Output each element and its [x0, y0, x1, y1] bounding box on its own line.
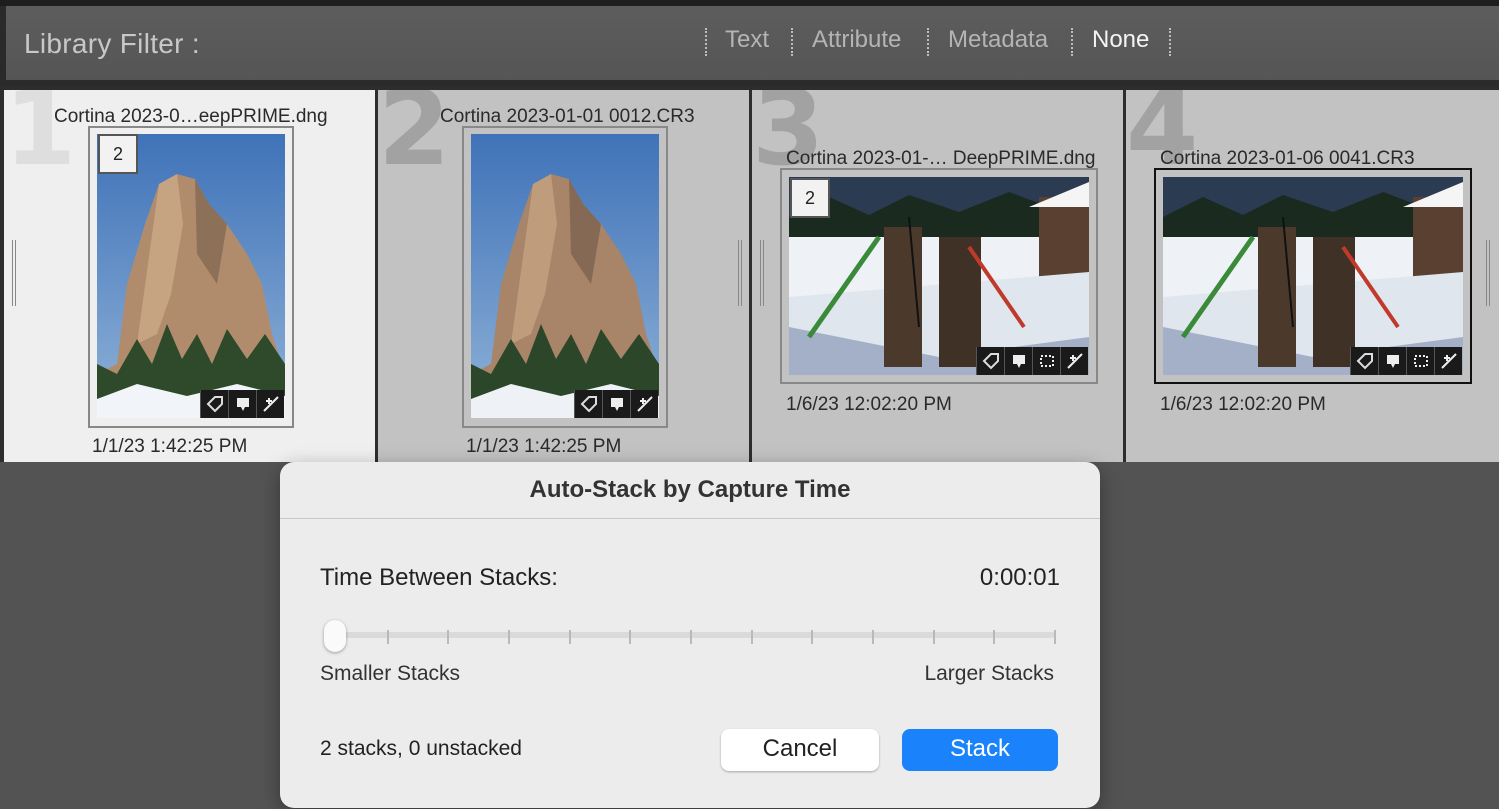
- stack-summary: 2 stacks, 0 unstacked: [320, 737, 522, 760]
- stack-button[interactable]: Stack: [902, 729, 1058, 771]
- photo-thumbnail-snow[interactable]: [1163, 177, 1463, 375]
- cell-resize-handle[interactable]: [738, 240, 742, 306]
- slider-tick: [872, 630, 874, 644]
- slider-tick: [386, 630, 389, 644]
- cell-filename: Cortina 2023-01-… DeepPRIME.dng: [786, 148, 1096, 169]
- capture-date: 1/6/23 12:02:20 PM: [786, 394, 952, 415]
- time-between-stacks-value: 0:00:01: [979, 564, 1060, 591]
- filter-separator: [705, 28, 707, 56]
- develop-adjust-icon[interactable]: [1434, 347, 1462, 375]
- mountain-image: [97, 134, 285, 418]
- cell-filename: Cortina 2023-0…eepPRIME.dng: [54, 106, 328, 127]
- keyword-tag-icon[interactable]: [574, 390, 602, 418]
- cell-resize-handle[interactable]: [760, 240, 764, 306]
- larger-stacks-label: Larger Stacks: [924, 662, 1054, 685]
- library-filter-bar: Library Filter : Text Attribute Metadata…: [0, 6, 1499, 80]
- time-between-stacks-label: Time Between Stacks:: [320, 564, 558, 591]
- library-filter-title: Library Filter :: [24, 28, 200, 59]
- slider-tick: [568, 630, 571, 644]
- crop-icon[interactable]: [1406, 347, 1434, 375]
- auto-stack-dialog: Auto-Stack by Capture Time Time Between …: [280, 462, 1100, 808]
- cell-resize-handle[interactable]: [1486, 240, 1490, 306]
- cell-index: 1: [4, 90, 77, 189]
- cell-resize-handle[interactable]: [12, 240, 16, 306]
- capture-date: 1/1/23 1:42:25 PM: [92, 436, 248, 457]
- photo-thumbnail-mountain[interactable]: [471, 134, 659, 418]
- crop-icon[interactable]: [1032, 347, 1060, 375]
- photo-thumbnail-mountain[interactable]: [97, 134, 285, 418]
- snow-image: [1163, 177, 1463, 375]
- filter-tab-text[interactable]: Text: [725, 26, 769, 54]
- smaller-stacks-label: Smaller Stacks: [320, 662, 461, 685]
- slider-tick: [750, 630, 753, 644]
- slider-tick: [1054, 630, 1056, 644]
- slider-tick: [690, 630, 692, 644]
- slider-tick: [447, 630, 450, 644]
- grid-cell-4[interactable]: 4 Cortina 2023-01-06 0041.CR3 1/6/23 12:…: [1126, 90, 1499, 462]
- thumbnail-badges: [976, 347, 1088, 375]
- grid-cell-3[interactable]: 3 Cortina 2023-01-… DeepPRIME.dng 2 1/6/…: [752, 90, 1123, 462]
- mountain-image: [471, 134, 659, 418]
- dialog-title: Auto-Stack by Capture Time: [529, 476, 851, 503]
- cancel-button[interactable]: Cancel: [721, 729, 879, 771]
- develop-adjust-icon[interactable]: [630, 390, 658, 418]
- develop-adjust-icon[interactable]: [1060, 347, 1088, 375]
- thumbnail-badges: [200, 390, 284, 418]
- filter-separator: [1169, 28, 1171, 56]
- library-grid: 1 Cortina 2023-0…eepPRIME.dng 2 1/1/23 1…: [0, 86, 1499, 462]
- thumbnail-badges: [574, 390, 658, 418]
- dialog-divider: [280, 518, 1100, 519]
- stack-count-badge[interactable]: 2: [98, 134, 138, 174]
- comment-icon[interactable]: [602, 390, 630, 418]
- filter-separator: [927, 28, 929, 56]
- capture-date: 1/6/23 12:02:20 PM: [1160, 394, 1326, 415]
- slider-tick: [993, 630, 996, 644]
- grid-cell-2[interactable]: 2 Cortina 2023-01-01 0012.CR3 1/1/23 1:4…: [378, 90, 749, 462]
- filter-tab-none[interactable]: None: [1092, 26, 1149, 54]
- keyword-tag-icon[interactable]: [200, 390, 228, 418]
- capture-date: 1/1/23 1:42:25 PM: [466, 436, 622, 457]
- keyword-tag-icon[interactable]: [976, 347, 1004, 375]
- filter-separator: [791, 28, 793, 56]
- thumbnail-badges: [1350, 347, 1462, 375]
- slider-tick: [629, 630, 632, 644]
- comment-icon[interactable]: [228, 390, 256, 418]
- slider-tick: [811, 630, 814, 644]
- grid-cell-1[interactable]: 1 Cortina 2023-0…eepPRIME.dng 2 1/1/23 1…: [4, 90, 375, 462]
- comment-icon[interactable]: [1378, 347, 1406, 375]
- stack-time-slider-thumb[interactable]: [324, 620, 346, 652]
- stack-count-badge[interactable]: 2: [790, 178, 830, 218]
- photo-thumbnail-snow[interactable]: [789, 177, 1089, 375]
- snow-image: [789, 177, 1089, 375]
- filter-tab-metadata[interactable]: Metadata: [948, 26, 1048, 54]
- filter-separator: [1071, 28, 1073, 56]
- slider-tick: [508, 630, 510, 644]
- cell-index: 2: [378, 90, 451, 189]
- filter-tab-attribute[interactable]: Attribute: [812, 26, 901, 54]
- cell-filename: Cortina 2023-01-06 0041.CR3: [1160, 148, 1415, 169]
- develop-adjust-icon[interactable]: [256, 390, 284, 418]
- cell-filename: Cortina 2023-01-01 0012.CR3: [440, 106, 695, 127]
- keyword-tag-icon[interactable]: [1350, 347, 1378, 375]
- comment-icon[interactable]: [1004, 347, 1032, 375]
- slider-tick: [932, 630, 935, 644]
